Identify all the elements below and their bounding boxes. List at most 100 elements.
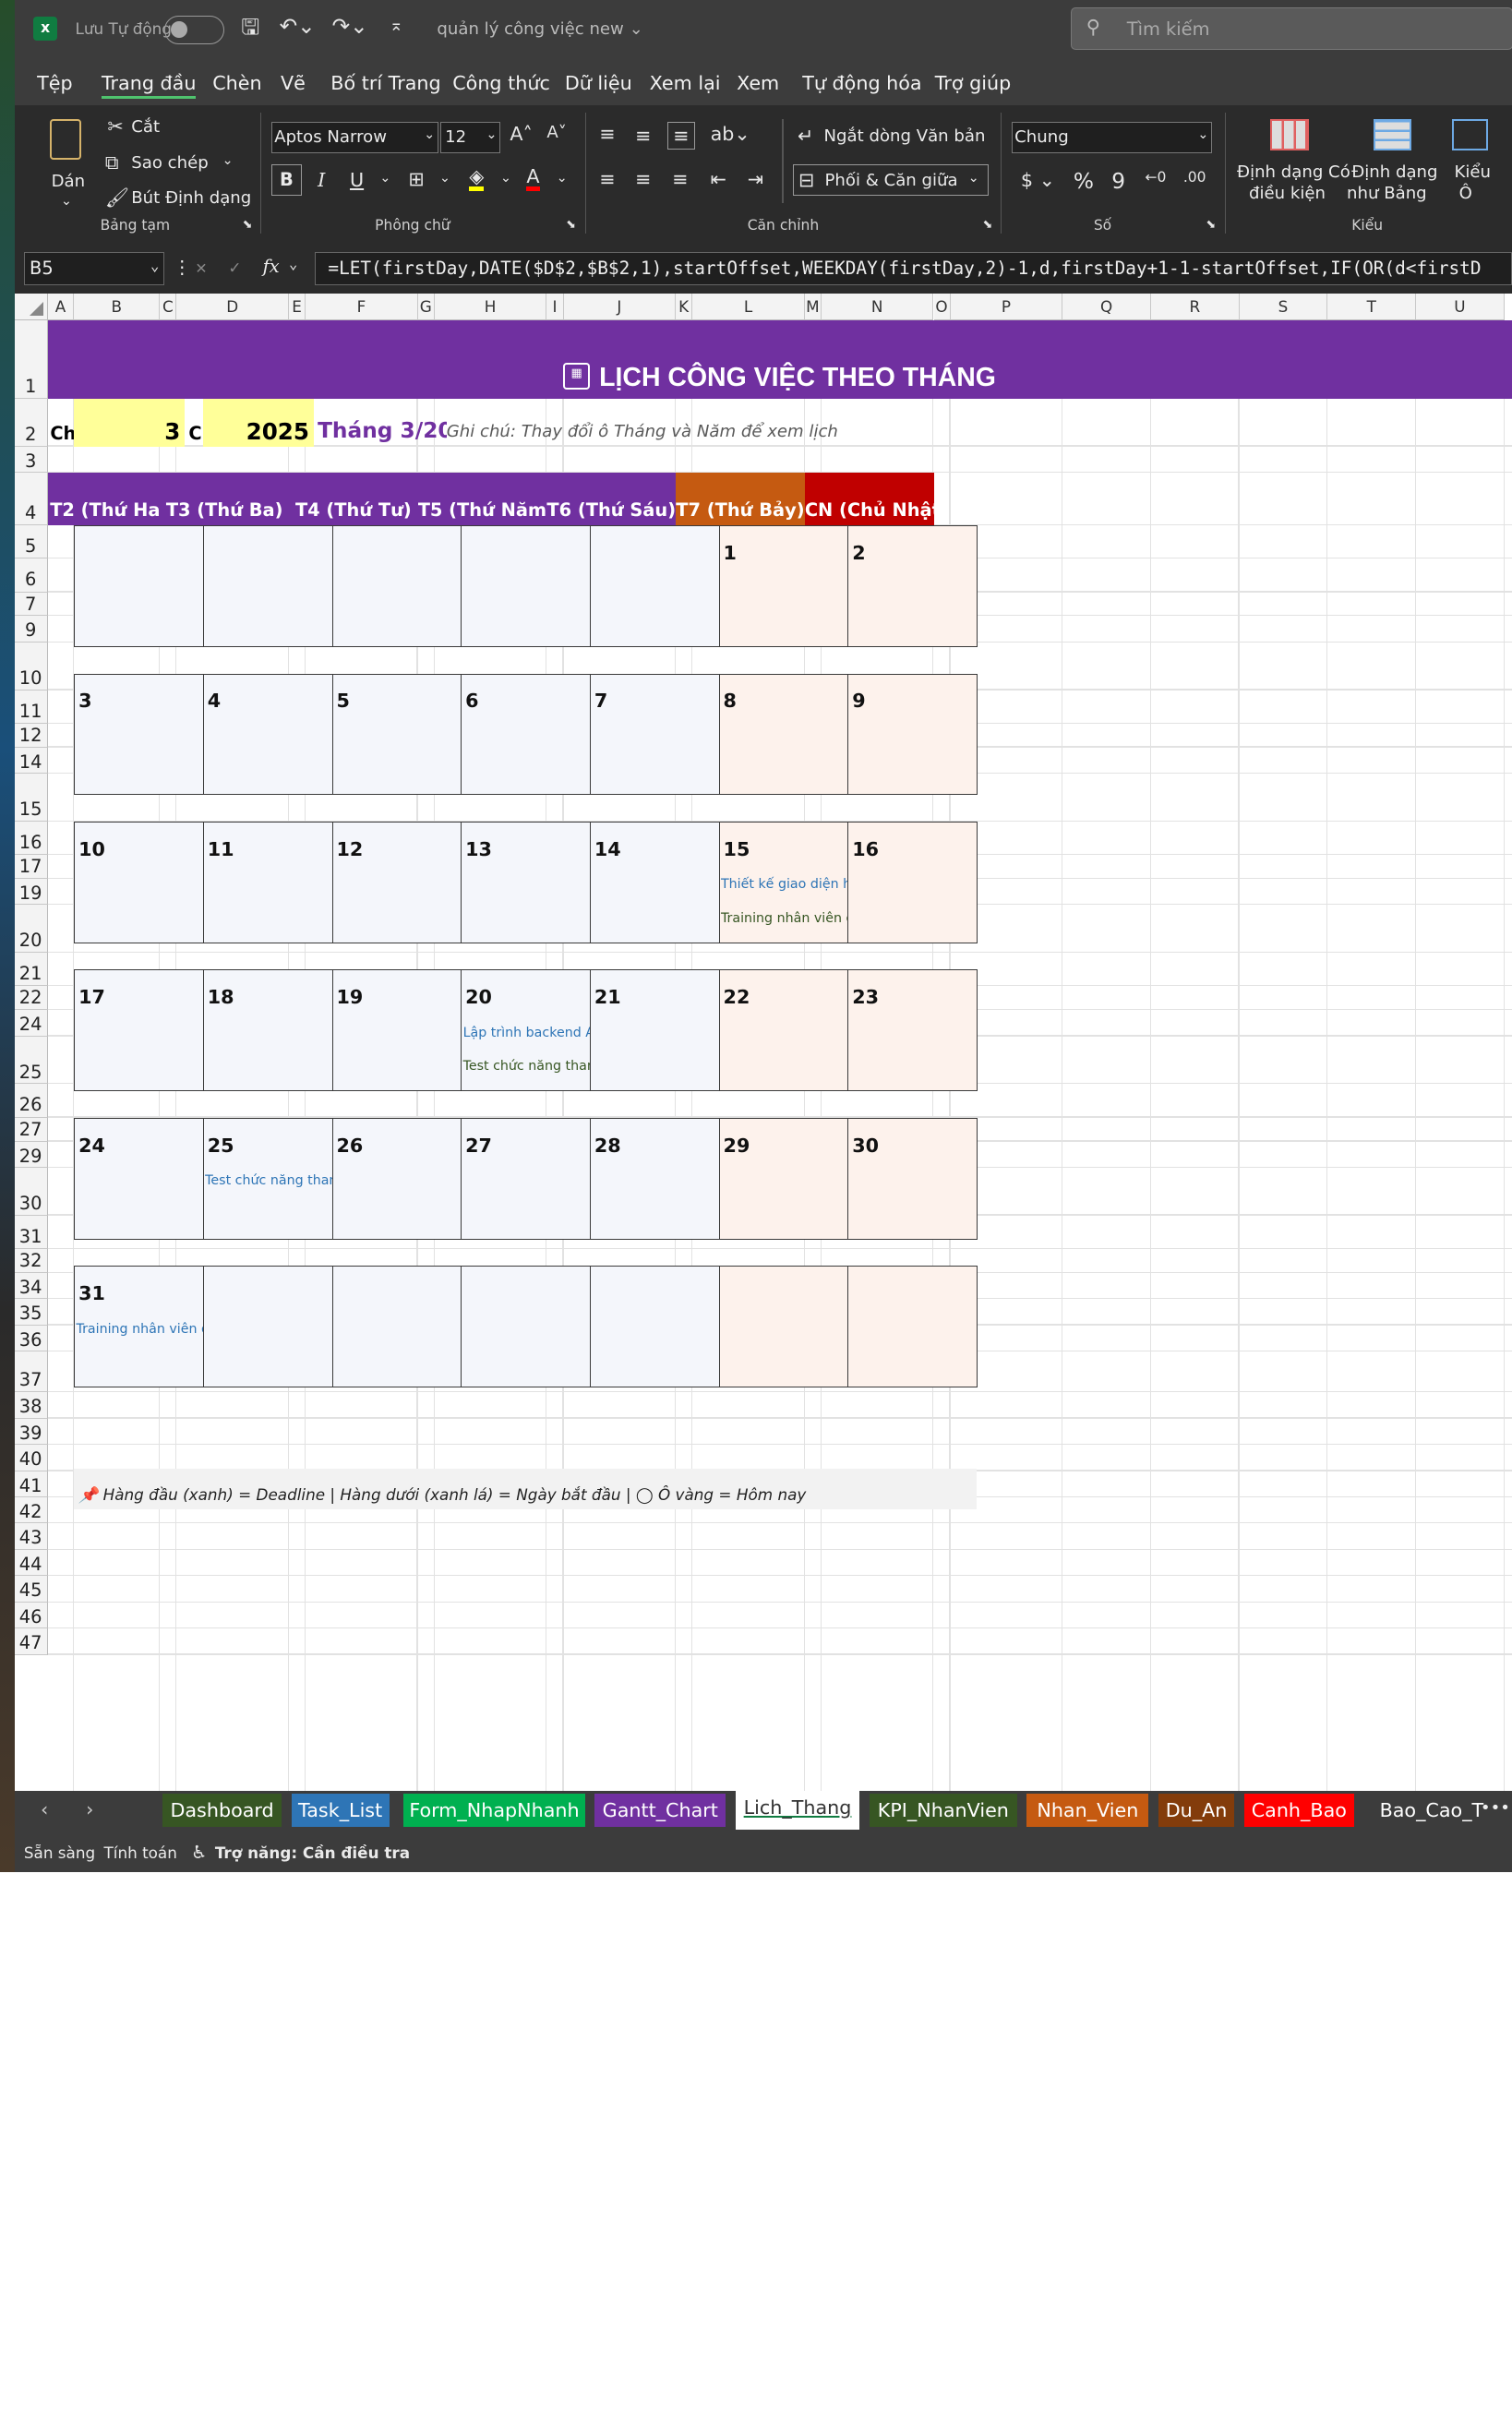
row-header-15[interactable]: 15 (14, 774, 48, 822)
calendar-day-cell[interactable]: 3 (74, 673, 205, 796)
row-header-26[interactable]: 26 (14, 1084, 48, 1118)
row-header-32[interactable]: 32 (14, 1248, 48, 1273)
column-header-r[interactable]: R (1150, 294, 1240, 320)
row-header-39[interactable]: 39 (14, 1418, 48, 1446)
increase-indent-icon[interactable]: ⇥ (748, 169, 763, 189)
row-header-21[interactable]: 21 (14, 953, 48, 987)
fill-color-icon[interactable]: ◈ (469, 167, 485, 191)
cut-button[interactable]: Cắt (131, 117, 160, 137)
column-header-u[interactable]: U (1416, 294, 1505, 320)
calendar-day-cell[interactable]: 26 (331, 1117, 462, 1240)
conditional-formatting-button[interactable]: Định dạng Có điều kiện (1234, 114, 1350, 210)
menu-page-layout[interactable]: Bố trí Trang (330, 72, 440, 94)
search-box[interactable]: ⚲ Tìm kiếm (1071, 6, 1512, 51)
calendar-day-cell[interactable]: 5 (331, 673, 462, 796)
column-header-a[interactable]: A (47, 294, 75, 320)
calendar-day-cell[interactable]: 6 (461, 673, 592, 796)
column-header-j[interactable]: J (563, 294, 677, 320)
chevron-down-icon[interactable]: ⌄ (500, 172, 511, 185)
calendar-day-cell[interactable]: 20 Lập trình backend API Test chức năng th… (461, 969, 592, 1092)
calendar-day-cell[interactable]: 22 (718, 969, 849, 1092)
sheet-tab-du-an[interactable]: Du_An (1158, 1793, 1235, 1828)
column-header-g[interactable]: G (417, 294, 435, 320)
sheet-tab-bao-cao-t[interactable]: Bao_Cao_T (1365, 1793, 1498, 1828)
dialog-launcher-icon[interactable]: ⬊ (566, 219, 576, 232)
underline-icon[interactable]: U (350, 171, 364, 190)
menu-data[interactable]: Dữ liệu (565, 72, 632, 94)
currency-icon[interactable]: $ ⌄ (1021, 171, 1055, 190)
calendar-day-cell[interactable]: 30 (847, 1117, 978, 1240)
customize-qat-icon[interactable]: ⌅ (390, 18, 403, 34)
more-options-icon[interactable]: ⋮ (174, 257, 191, 278)
dialog-launcher-icon[interactable]: ⬊ (243, 219, 253, 232)
format-as-table-button[interactable]: Định dạng như Bảng (1347, 114, 1442, 210)
column-header-m[interactable]: M (804, 294, 822, 320)
row-header-31[interactable]: 31 (14, 1215, 48, 1249)
column-header-t[interactable]: T (1327, 294, 1417, 320)
column-header-h[interactable]: H (434, 294, 547, 320)
row-header-29[interactable]: 29 (14, 1141, 48, 1169)
sheet-tab-lich-thang[interactable]: Lich_Thang (735, 1791, 860, 1830)
sheet-tab-form-nhapnhanh[interactable]: Form_NhapNhanh (403, 1793, 585, 1828)
row-header-17[interactable]: 17 (14, 855, 48, 879)
calendar-day-cell[interactable]: 21 (589, 969, 720, 1092)
row-header-2[interactable]: 2 (14, 399, 48, 447)
wrap-text-button[interactable]: Ngắt dòng Văn bản (824, 126, 986, 146)
row-header-14[interactable]: 14 (14, 747, 48, 775)
dialog-launcher-icon[interactable]: ⬊ (1206, 219, 1216, 232)
row-header-3[interactable]: 3 (14, 446, 48, 474)
menu-draw[interactable]: Vẽ (281, 72, 306, 94)
column-header-f[interactable]: F (306, 294, 418, 320)
month-input-cell[interactable]: 3 (74, 399, 186, 447)
calendar-day-cell[interactable]: 11 (202, 821, 333, 943)
row-header-7[interactable]: 7 (14, 592, 48, 617)
calendar-day-cell[interactable]: 28 (589, 1117, 720, 1240)
row-header-36[interactable]: 36 (14, 1325, 48, 1352)
calendar-day-cell[interactable]: 8 (718, 673, 849, 796)
font-name-select[interactable]: Aptos Narrow ⌄ (270, 121, 438, 153)
calendar-day-cell[interactable] (74, 525, 205, 648)
enter-icon[interactable]: ✓ (229, 257, 240, 278)
calendar-day-cell[interactable] (718, 1266, 849, 1388)
row-header-16[interactable]: 16 (14, 821, 48, 856)
column-header-b[interactable]: B (74, 294, 161, 320)
menu-view[interactable]: Xem (737, 72, 779, 94)
row-header-37[interactable]: 37 (14, 1351, 48, 1393)
calendar-day-cell[interactable] (461, 1266, 592, 1388)
calendar-day-cell[interactable]: 10 (74, 821, 205, 943)
align-bottom-icon[interactable]: ≡ (667, 121, 695, 150)
prev-sheet-icon[interactable]: ‹ (41, 1798, 48, 1820)
calendar-day-cell[interactable]: 1 (718, 525, 849, 648)
row-header-47[interactable]: 47 (14, 1628, 48, 1655)
calendar-day-cell[interactable] (331, 525, 462, 648)
calendar-day-cell[interactable] (589, 1266, 720, 1388)
align-top-icon[interactable]: ≡ (599, 124, 615, 144)
menu-home[interactable]: Trang đầu (101, 72, 197, 100)
borders-icon[interactable]: ⊞ (408, 169, 424, 189)
italic-icon[interactable]: I (318, 171, 325, 190)
row-header-1[interactable]: 1 (14, 319, 48, 399)
calendar-day-cell[interactable] (202, 1266, 333, 1388)
calendar-day-cell[interactable]: 18 (202, 969, 333, 1092)
calendar-day-cell[interactable]: 15 Thiết kế giao diện hon Training nhân vi… (718, 821, 849, 943)
calendar-day-cell[interactable]: 4 (202, 673, 333, 796)
align-center-icon[interactable]: ≡ (635, 169, 651, 189)
calendar-day-cell[interactable]: 14 (589, 821, 720, 943)
undo-icon[interactable]: ↶⌄ (280, 16, 316, 37)
year-input-cell[interactable]: 2025 (202, 399, 315, 447)
comma-style-icon[interactable]: 9 (1111, 171, 1125, 192)
calendar-day-cell[interactable]: 2 (847, 525, 978, 648)
percent-icon[interactable]: % (1074, 171, 1094, 192)
calendar-day-cell[interactable]: 19 (331, 969, 462, 1092)
row-header-40[interactable]: 40 (14, 1445, 48, 1471)
calendar-day-cell[interactable] (331, 1266, 462, 1388)
sheet-tab-dashboard[interactable]: Dashboard (162, 1793, 282, 1828)
row-header-20[interactable]: 20 (14, 905, 48, 954)
row-header-24[interactable]: 24 (14, 1010, 48, 1037)
column-header-i[interactable]: I (546, 294, 564, 320)
calendar-day-cell[interactable] (847, 1266, 978, 1388)
column-header-s[interactable]: S (1239, 294, 1328, 320)
row-header-10[interactable]: 10 (14, 642, 48, 691)
file-title[interactable]: quản lý công việc new ⌄ (437, 19, 642, 39)
row-header-43[interactable]: 43 (14, 1523, 48, 1550)
